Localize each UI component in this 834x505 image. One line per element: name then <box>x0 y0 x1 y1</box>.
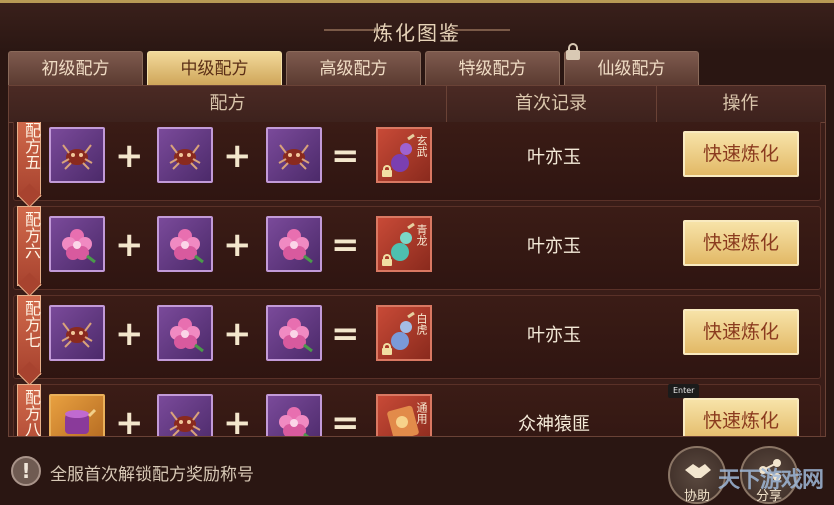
watermark: 天下游戏网 <box>718 468 824 493</box>
result-tag: 玄武 <box>415 135 428 157</box>
flower-icon <box>279 407 310 436</box>
exclamation-icon: ! <box>11 456 41 486</box>
ingredient-slot[interactable] <box>266 394 322 436</box>
plus-sign: + <box>223 136 252 176</box>
result-item-slot[interactable]: 通用 <box>376 394 432 436</box>
page-title: 炼化图鉴 <box>373 21 461 45</box>
lock-icon <box>566 43 580 60</box>
crab-icon <box>169 144 201 170</box>
plus-sign: + <box>223 225 252 265</box>
table-row: 配方七 + + = 白虎 叶亦玉 快速炼化 <box>9 295 825 379</box>
header-action: 操作 <box>722 93 759 114</box>
quick-refine-button[interactable]: 快速炼化 <box>683 220 799 266</box>
header-first-record: 首次记录 <box>515 93 587 114</box>
enter-tooltip: Enter <box>668 384 700 398</box>
plus-sign: + <box>223 403 252 437</box>
quick-refine-button[interactable]: 快速炼化 <box>683 309 799 355</box>
recipe-badge: 配方七 <box>17 295 41 375</box>
first-record-name: 叶亦玉 <box>527 147 581 168</box>
ingredient-slot[interactable] <box>49 216 105 272</box>
ingredient-slot[interactable] <box>157 394 213 436</box>
ingredient-slot[interactable] <box>49 127 105 183</box>
table-header: 配方 首次记录 操作 <box>9 86 825 123</box>
plus-sign: + <box>115 314 144 354</box>
table-row: 配方六 + + = 青龙 叶亦玉 快速炼化 <box>9 206 825 290</box>
result-item-slot[interactable]: 白虎 <box>376 305 432 361</box>
crab-icon <box>169 411 201 436</box>
equals-sign: = <box>331 225 360 265</box>
equals-sign: = <box>331 314 360 354</box>
tab-immortal-recipes[interactable]: 仙级配方 <box>564 51 699 85</box>
flower-icon <box>62 229 96 264</box>
equals-sign: = <box>331 136 360 176</box>
recipe-table: 配方 首次记录 操作 配方五 + + = 玄武 叶亦玉 快速炼化 配方六 + +… <box>8 85 826 437</box>
handshake-icon <box>685 464 711 478</box>
first-record-name: 叶亦玉 <box>527 325 581 346</box>
result-tag: 白虎 <box>415 313 428 335</box>
recipe-badge: 配方八 <box>17 384 41 436</box>
title-bar: 炼化图鉴 <box>0 3 834 50</box>
assist-label: 协助 <box>683 489 710 504</box>
plus-sign: + <box>115 403 144 437</box>
ingredient-slot[interactable] <box>266 127 322 183</box>
recipe-badge: 配方六 <box>17 206 41 286</box>
crab-icon <box>278 144 310 170</box>
lock-icon <box>382 343 392 355</box>
quick-refine-button[interactable]: 快速炼化 <box>683 398 799 436</box>
ingredient-slot[interactable] <box>49 305 105 361</box>
table-row: 配方八 + + = 通用 众神猿匪 快速炼化 <box>9 384 825 437</box>
ingredient-slot[interactable] <box>157 216 213 272</box>
result-item-slot[interactable]: 青龙 <box>376 216 432 272</box>
equals-sign: = <box>331 403 360 437</box>
quick-refine-button[interactable]: 快速炼化 <box>683 131 799 177</box>
first-record-name: 叶亦玉 <box>527 236 581 257</box>
plus-sign: + <box>115 225 144 265</box>
crab-icon <box>61 144 93 170</box>
result-tag: 通用 <box>415 402 428 424</box>
tab-advanced-recipes[interactable]: 高级配方 <box>286 51 421 85</box>
tab-intermediate-recipes[interactable]: 中级配方 <box>147 51 282 85</box>
title-ornament-right <box>450 29 510 31</box>
table-row: 配方五 + + = 玄武 叶亦玉 快速炼化 <box>9 122 825 201</box>
tab-special-recipes[interactable]: 特级配方 <box>425 51 560 85</box>
flower-icon <box>170 318 204 353</box>
cauldron-icon <box>65 408 97 434</box>
ingredient-slot[interactable] <box>157 127 213 183</box>
flower-icon <box>170 229 204 264</box>
flower-icon <box>279 229 313 264</box>
first-record-name: 众神猿匪 <box>518 414 590 435</box>
flower-icon <box>279 318 313 353</box>
header-recipe: 配方 <box>209 93 246 114</box>
ingredient-slot[interactable] <box>266 216 322 272</box>
plus-sign: + <box>223 314 252 354</box>
result-tag: 青龙 <box>415 224 428 246</box>
result-item-slot[interactable]: 玄武 <box>376 127 432 183</box>
crab-icon <box>61 322 93 348</box>
tab-basic-recipes[interactable]: 初级配方 <box>8 51 143 85</box>
lock-icon <box>382 165 392 177</box>
ingredient-slot[interactable] <box>266 305 322 361</box>
ingredient-slot[interactable] <box>157 305 213 361</box>
recipe-list[interactable]: 配方五 + + = 玄武 叶亦玉 快速炼化 配方六 + + = 青龙 叶亦玉 快… <box>9 122 825 437</box>
ingredient-slot[interactable] <box>49 394 105 436</box>
recipe-badge: 配方五 <box>17 122 41 197</box>
plus-sign: + <box>115 136 144 176</box>
reward-notice: 全服首次解锁配方奖励称号 <box>50 465 254 485</box>
lock-icon <box>382 254 392 266</box>
